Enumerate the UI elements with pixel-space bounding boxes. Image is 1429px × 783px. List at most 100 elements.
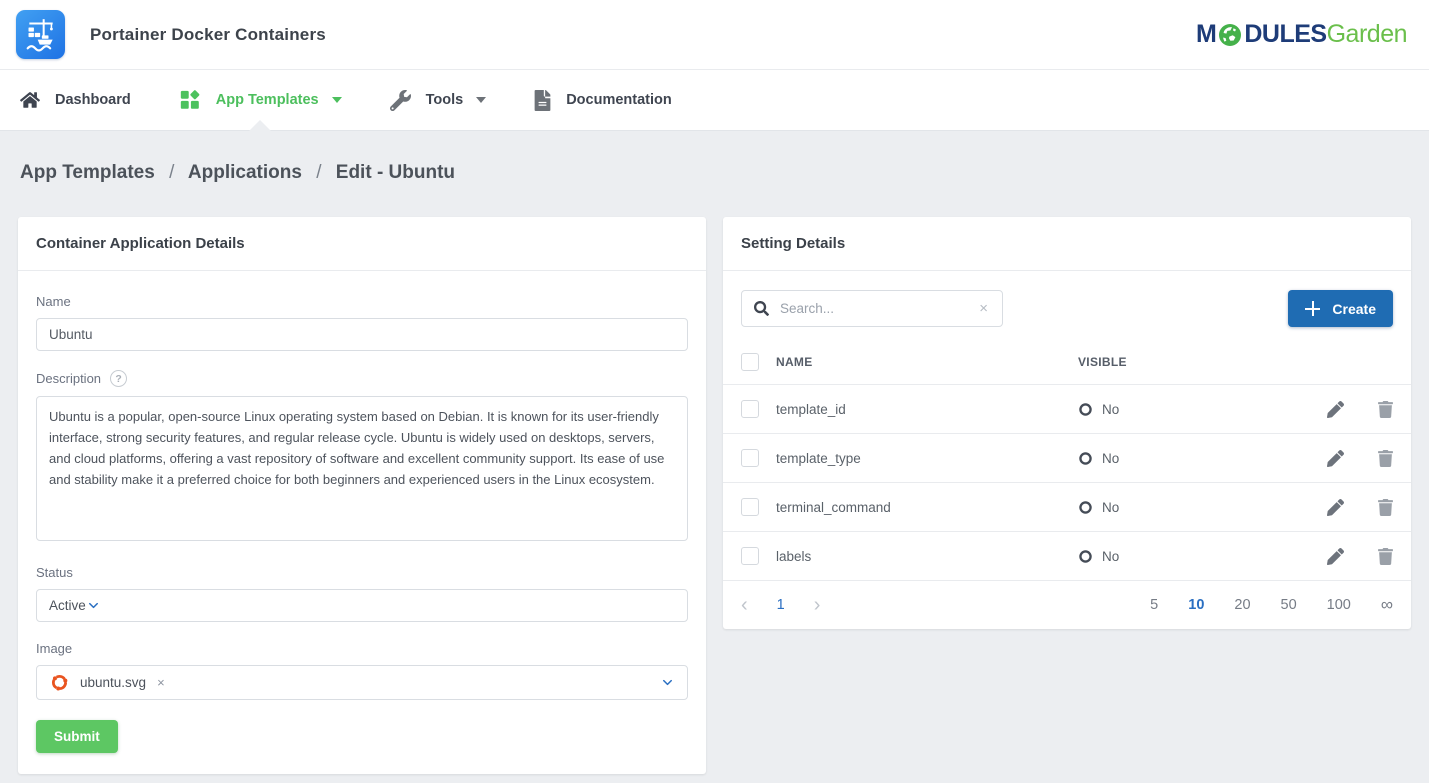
table-row: terminal_command No: [723, 482, 1411, 531]
edit-button[interactable]: [1327, 548, 1344, 565]
row-checkbox[interactable]: [741, 449, 759, 467]
create-button[interactable]: Create: [1288, 290, 1393, 327]
chevron-down-icon: [476, 97, 486, 103]
search-icon: [754, 301, 769, 316]
image-tag-label: ubuntu.svg: [80, 675, 146, 690]
column-header-name: NAME: [776, 355, 1078, 369]
wrench-icon: [390, 90, 411, 111]
document-icon: [534, 90, 551, 111]
delete-button[interactable]: [1378, 499, 1393, 516]
brand-text-dules: DULES: [1244, 22, 1326, 47]
edit-button[interactable]: [1327, 401, 1344, 418]
status-label: Status: [36, 565, 688, 580]
delete-button[interactable]: [1378, 450, 1393, 467]
remove-image-icon[interactable]: ×: [157, 675, 165, 690]
breadcrumb-app-templates[interactable]: App Templates: [20, 162, 155, 183]
pagination: ‹ 1 › 5 10 20 50 100 ∞: [723, 580, 1411, 629]
nav-label-app-templates: App Templates: [216, 92, 319, 108]
main-nav: Dashboard App Templates T: [0, 70, 1429, 131]
brand-text-garden: Garden: [1327, 22, 1407, 47]
select-all-checkbox[interactable]: [741, 353, 759, 371]
modulesgarden-logo: M DULES Garden: [1196, 22, 1407, 48]
name-label: Name: [36, 294, 688, 309]
container-application-details-card: Container Application Details Name Descr…: [18, 217, 706, 774]
page-size-20[interactable]: 20: [1234, 597, 1250, 613]
clear-search-icon[interactable]: ×: [977, 300, 990, 317]
create-button-label: Create: [1332, 301, 1376, 317]
setting-name: terminal_command: [776, 500, 1078, 515]
nav-label-dashboard: Dashboard: [55, 92, 131, 108]
setting-name: labels: [776, 549, 1078, 564]
breadcrumb-current: Edit - Ubuntu: [336, 162, 455, 183]
image-select[interactable]: ubuntu.svg ×: [36, 665, 688, 700]
table-row: labels No: [723, 531, 1411, 580]
edit-button[interactable]: [1327, 450, 1344, 467]
page-size-5[interactable]: 5: [1150, 597, 1158, 613]
page-size-10[interactable]: 10: [1188, 597, 1204, 613]
next-page-icon[interactable]: ›: [814, 595, 821, 615]
page-title: Portainer Docker Containers: [90, 25, 326, 45]
brand-text-m: M: [1196, 22, 1216, 47]
row-checkbox[interactable]: [741, 498, 759, 516]
card-title: Setting Details: [723, 217, 1411, 271]
image-tag: ubuntu.svg ×: [49, 672, 660, 693]
page-size-infinity-icon[interactable]: ∞: [1381, 595, 1393, 615]
row-checkbox[interactable]: [741, 400, 759, 418]
ship-crane-icon: [21, 15, 61, 55]
ring-status-icon: [1078, 402, 1093, 417]
card-title: Container Application Details: [18, 217, 706, 271]
search-box: ×: [741, 290, 1003, 327]
table-header-row: NAME VISIBLE: [723, 339, 1411, 384]
ubuntu-logo-icon: [49, 672, 70, 693]
page-size-50[interactable]: 50: [1281, 597, 1297, 613]
visible-value: No: [1102, 549, 1119, 564]
portainer-logo: [16, 10, 65, 59]
page-size-selector: 5 10 20 50 100 ∞: [1150, 595, 1393, 615]
app-root: Portainer Docker Containers M DULES Gard…: [0, 0, 1429, 783]
ring-status-icon: [1078, 549, 1093, 564]
visible-value: No: [1102, 500, 1119, 515]
image-label: Image: [36, 641, 688, 656]
search-input[interactable]: [780, 301, 977, 316]
table-row: template_type No: [723, 433, 1411, 482]
chevron-down-icon: [86, 598, 101, 613]
status-select[interactable]: Active: [36, 589, 688, 622]
description-label: Description: [36, 371, 101, 386]
page-size-100[interactable]: 100: [1327, 597, 1351, 613]
breadcrumb-separator: /: [169, 162, 174, 183]
chevron-down-icon: [660, 675, 675, 690]
delete-button[interactable]: [1378, 401, 1393, 418]
column-header-visible: VISIBLE: [1078, 355, 1327, 369]
setting-details-card: Setting Details × Create NAME VIS: [723, 217, 1411, 629]
nav-item-dashboard[interactable]: Dashboard: [20, 70, 131, 130]
breadcrumb: App Templates / Applications / Edit - Ub…: [18, 131, 1411, 217]
nav-label-documentation: Documentation: [566, 92, 672, 108]
home-icon: [20, 91, 40, 109]
delete-button[interactable]: [1378, 548, 1393, 565]
ring-status-icon: [1078, 451, 1093, 466]
help-icon[interactable]: ?: [110, 370, 127, 387]
status-selected-value: Active: [49, 598, 86, 613]
chevron-down-icon: [332, 97, 342, 103]
description-textarea[interactable]: Ubuntu is a popular, open-source Linux o…: [36, 396, 688, 541]
active-tab-notch: [249, 120, 271, 131]
page-number[interactable]: 1: [777, 597, 785, 613]
visible-value: No: [1102, 402, 1119, 417]
table-row: template_id No: [723, 384, 1411, 433]
plus-icon: [1305, 301, 1320, 316]
globe-icon: [1217, 22, 1243, 48]
nav-item-tools[interactable]: Tools: [390, 70, 487, 130]
ring-status-icon: [1078, 500, 1093, 515]
row-checkbox[interactable]: [741, 547, 759, 565]
nav-item-documentation[interactable]: Documentation: [534, 70, 672, 130]
submit-button[interactable]: Submit: [36, 720, 118, 753]
edit-button[interactable]: [1327, 499, 1344, 516]
breadcrumb-applications[interactable]: Applications: [188, 162, 302, 183]
name-input[interactable]: [36, 318, 688, 351]
breadcrumb-separator: /: [316, 162, 321, 183]
app-grid-icon: [179, 89, 201, 111]
nav-label-tools: Tools: [426, 92, 464, 108]
setting-name: template_id: [776, 402, 1078, 417]
prev-page-icon[interactable]: ‹: [741, 595, 748, 615]
nav-item-app-templates[interactable]: App Templates: [179, 70, 342, 130]
